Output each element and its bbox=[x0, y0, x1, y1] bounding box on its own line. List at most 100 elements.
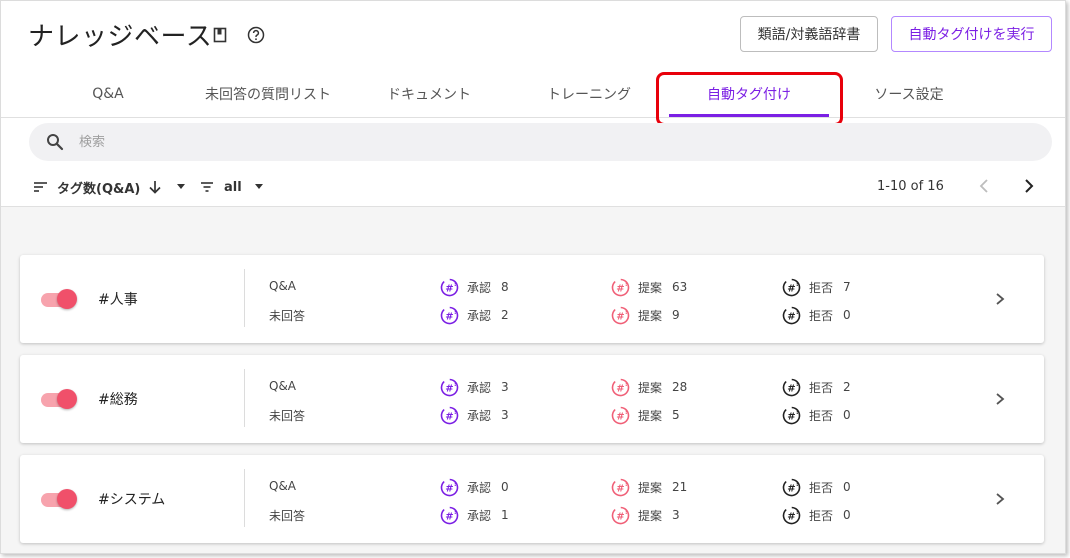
row-label: Q&A bbox=[269, 379, 297, 393]
proposed-tag-icon: #! bbox=[611, 506, 630, 524]
approved-tag-icon: #! bbox=[440, 278, 459, 296]
stat-label: 承認 bbox=[467, 508, 492, 523]
rejected-stat: #! 拒否 0 bbox=[782, 477, 851, 497]
tag-enabled-toggle[interactable] bbox=[39, 389, 77, 409]
stat-value: 0 bbox=[843, 508, 851, 522]
svg-text:!: ! bbox=[625, 409, 628, 416]
approved-tag-icon: #! bbox=[440, 406, 459, 424]
stat-value: 3 bbox=[501, 380, 509, 394]
stat-label: 提案 bbox=[638, 280, 663, 295]
filter-dropdown[interactable]: all bbox=[200, 177, 264, 197]
help-icon[interactable] bbox=[247, 26, 265, 44]
search-icon bbox=[47, 134, 64, 151]
tab-training[interactable]: トレーニング bbox=[529, 71, 649, 117]
tag-name: #システム bbox=[98, 492, 166, 508]
tab-documents[interactable]: ドキュメント bbox=[369, 71, 489, 117]
toggle-thumb bbox=[57, 289, 77, 309]
thesaurus-dictionary-button[interactable]: 類語/対義語辞書 bbox=[740, 16, 878, 52]
tag-card: #人事 Q&A #! 承認 8 #! 提案 63 #! 拒否 7 未回答 #! 承認 2 #! 提案 9 #! 拒否 0 bbox=[20, 255, 1044, 343]
svg-text:#: # bbox=[616, 383, 624, 394]
svg-text:!: ! bbox=[625, 481, 628, 488]
chevron-right-icon[interactable] bbox=[994, 391, 1006, 407]
search-input[interactable] bbox=[79, 131, 979, 153]
tab-source-settings[interactable]: ソース設定 bbox=[849, 71, 969, 117]
chevron-right-icon[interactable] bbox=[994, 491, 1006, 507]
list-toolbar: タグ数(Q&A) all 1-10 of 16 bbox=[1, 171, 1065, 207]
rejected-stat: #! 拒否 2 bbox=[782, 377, 851, 397]
tag-enabled-toggle[interactable] bbox=[39, 489, 77, 509]
stat-label: 提案 bbox=[638, 480, 663, 495]
svg-text:#: # bbox=[445, 411, 453, 422]
svg-text:!: ! bbox=[625, 509, 628, 516]
svg-text:#: # bbox=[445, 311, 453, 322]
rejected-tag-icon: #! bbox=[782, 306, 801, 324]
tag-enabled-toggle[interactable] bbox=[39, 289, 77, 309]
filter-icon bbox=[201, 182, 213, 192]
approved-stat: #! 承認 0 bbox=[440, 477, 509, 497]
svg-text:!: ! bbox=[625, 381, 628, 388]
rejected-tag-icon: #! bbox=[782, 406, 801, 424]
stat-value: 5 bbox=[672, 408, 680, 422]
svg-text:!: ! bbox=[796, 309, 799, 316]
chevron-left-icon[interactable] bbox=[977, 177, 993, 195]
stat-label: 拒否 bbox=[809, 480, 834, 495]
rejected-stat: #! 拒否 0 bbox=[782, 305, 851, 325]
rejected-tag-icon: #! bbox=[782, 278, 801, 296]
stat-value: 3 bbox=[501, 408, 509, 422]
stat-value: 7 bbox=[843, 280, 851, 294]
proposed-tag-icon: #! bbox=[611, 478, 630, 496]
stat-value: 9 bbox=[672, 308, 680, 322]
chevron-right-icon[interactable] bbox=[994, 291, 1006, 307]
rejected-tag-icon: #! bbox=[782, 506, 801, 524]
chevron-right-icon[interactable] bbox=[1021, 177, 1037, 195]
approved-stat: #! 承認 3 bbox=[440, 405, 509, 425]
rejected-stat: #! 拒否 0 bbox=[782, 505, 851, 525]
tag-card: #総務 Q&A #! 承認 3 #! 提案 28 #! 拒否 2 未回答 #! 承認 3 #! 提案 5 #! 拒否 0 bbox=[20, 355, 1044, 443]
stat-label: 提案 bbox=[638, 308, 663, 323]
svg-text:#: # bbox=[616, 511, 624, 522]
stat-label: 承認 bbox=[467, 308, 492, 323]
svg-text:#: # bbox=[787, 511, 795, 522]
proposed-stat: #! 提案 9 bbox=[611, 305, 680, 325]
tab-unanswered-questions[interactable]: 未回答の質問リスト bbox=[193, 71, 343, 117]
svg-text:!: ! bbox=[454, 509, 457, 516]
svg-text:#: # bbox=[445, 511, 453, 522]
stat-value: 63 bbox=[672, 280, 688, 294]
proposed-stat: #! 提案 63 bbox=[611, 277, 687, 297]
proposed-stat: #! 提案 3 bbox=[611, 505, 680, 525]
rejected-stat: #! 拒否 0 bbox=[782, 405, 851, 425]
approved-stat: #! 承認 1 bbox=[440, 505, 509, 525]
toggle-thumb bbox=[57, 389, 77, 409]
svg-text:#: # bbox=[787, 283, 795, 294]
svg-text:#: # bbox=[616, 283, 624, 294]
stat-label: 提案 bbox=[638, 380, 663, 395]
svg-text:!: ! bbox=[454, 481, 457, 488]
svg-text:!: ! bbox=[454, 409, 457, 416]
tab-qa[interactable]: Q&A bbox=[58, 71, 158, 117]
rejected-stat: #! 拒否 7 bbox=[782, 277, 851, 297]
stat-value: 8 bbox=[501, 280, 509, 294]
stat-label: 承認 bbox=[467, 280, 492, 295]
svg-text:!: ! bbox=[796, 409, 799, 416]
approved-tag-icon: #! bbox=[440, 506, 459, 524]
book-icon[interactable] bbox=[213, 27, 227, 43]
stat-label: 拒否 bbox=[809, 380, 834, 395]
stat-value: 0 bbox=[843, 480, 851, 494]
approved-stat: #! 承認 2 bbox=[440, 305, 509, 325]
arrow-down-icon bbox=[149, 181, 161, 194]
divider bbox=[244, 469, 245, 527]
stat-label: 拒否 bbox=[809, 308, 834, 323]
svg-text:!: ! bbox=[796, 509, 799, 516]
proposed-stat: #! 提案 5 bbox=[611, 405, 680, 425]
svg-text:!: ! bbox=[454, 309, 457, 316]
sort-dropdown[interactable]: タグ数(Q&A) bbox=[33, 177, 186, 197]
run-auto-tagging-button[interactable]: 自動タグ付けを実行 bbox=[891, 16, 1052, 52]
sort-label: タグ数(Q&A) bbox=[57, 181, 141, 197]
search-bar bbox=[29, 123, 1052, 161]
stat-label: 承認 bbox=[467, 408, 492, 423]
row-label: 未回答 bbox=[269, 509, 306, 523]
svg-text:#: # bbox=[445, 483, 453, 494]
stat-value: 1 bbox=[501, 508, 509, 522]
page-header: ナレッジベース 類語/対義語辞書 自動タグ付けを実行 bbox=[1, 1, 1065, 71]
app-window: ナレッジベース 類語/対義語辞書 自動タグ付けを実行 Q&A 未回答の質問リスト… bbox=[0, 0, 1066, 554]
